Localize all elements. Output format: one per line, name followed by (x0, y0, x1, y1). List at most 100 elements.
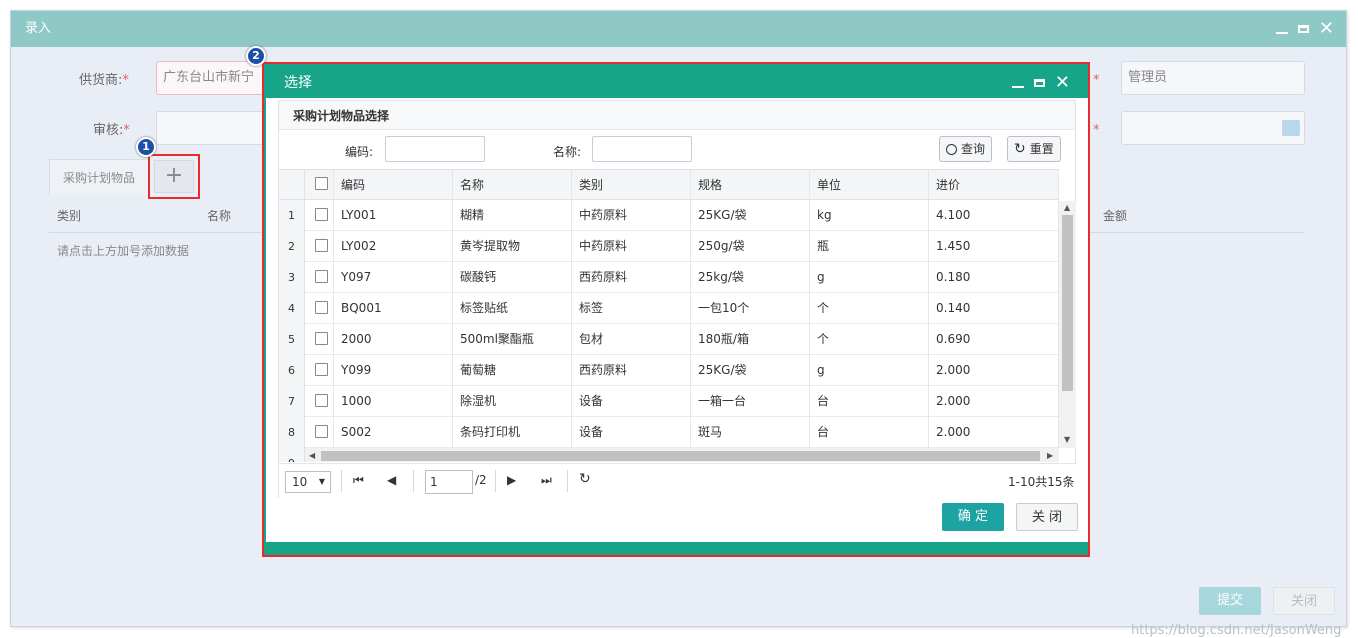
table-row[interactable]: 1 LY001 糊精 中药原料 25KG/袋 kg 4.100 (279, 200, 1058, 231)
code-label: 编码: (345, 145, 374, 159)
row-checkbox[interactable] (315, 394, 328, 407)
search-icon (946, 143, 957, 155)
cell-code: Y097 (341, 270, 372, 284)
row-number: 6 (279, 355, 305, 386)
minimize-icon[interactable] (1275, 32, 1288, 34)
cell-spec: 斑马 (698, 425, 723, 439)
confirm-button[interactable]: 确 定 (942, 503, 1004, 531)
select-all-checkbox[interactable] (315, 177, 328, 190)
vertical-scrollbar[interactable]: ▲ ▼ (1059, 201, 1076, 448)
minimize-icon[interactable] (1011, 86, 1024, 88)
date-field[interactable] (1121, 111, 1305, 145)
table-row[interactable]: 4 BQ001 标签贴纸 标签 一包10个 个 0.140 (279, 293, 1058, 324)
refresh-icon[interactable]: ↻ (579, 471, 591, 487)
maximize-icon[interactable] (1033, 79, 1045, 87)
cell-category: 中药原料 (579, 239, 628, 253)
auditor-field[interactable] (156, 111, 266, 145)
bg-col-amount: 金额 (1103, 209, 1128, 223)
cell-price: 2.000 (936, 363, 971, 377)
table-row[interactable]: 5 2000 500ml聚酯瓶 包材 180瓶/箱 个 0.690 (279, 324, 1058, 355)
cell-unit: kg (817, 208, 832, 222)
table-row[interactable]: 2 LY002 黄岑提取物 中药原料 250g/袋 瓶 1.450 (279, 231, 1058, 262)
scroll-down-icon[interactable]: ▼ (1064, 435, 1070, 444)
scroll-right-icon[interactable]: ▶ (1047, 451, 1053, 460)
col-name[interactable]: 名称 (452, 170, 570, 201)
last-page-icon[interactable]: ⏭ (541, 473, 552, 488)
scroll-up-icon[interactable]: ▲ (1064, 203, 1070, 212)
name-input[interactable] (592, 136, 692, 162)
bg-col-name: 名称 (207, 209, 232, 223)
manager-field: 管理员 (1121, 61, 1305, 95)
cell-unit: 个 (817, 301, 830, 315)
reset-button[interactable]: ↻ 重置 (1007, 136, 1061, 162)
close-icon[interactable]: ✕ (1055, 74, 1070, 92)
cell-spec: 一包10个 (698, 301, 750, 315)
row-checkbox[interactable] (315, 425, 328, 438)
horizontal-scroll-thumb[interactable] (321, 451, 1040, 461)
cell-spec: 25KG/袋 (698, 363, 747, 377)
supplier-field[interactable]: 广东台山市新宁 (156, 61, 266, 95)
bg-close-button[interactable]: 关闭 (1273, 587, 1335, 615)
cell-name: 黄岑提取物 (460, 239, 521, 253)
close-icon[interactable]: ✕ (1319, 20, 1334, 38)
col-unit[interactable]: 单位 (809, 170, 927, 201)
row-checkbox[interactable] (315, 208, 328, 221)
row-checkbox[interactable] (315, 239, 328, 252)
table-row[interactable]: 6 Y099 葡萄糖 西药原料 25KG/袋 g 2.000 (279, 355, 1058, 386)
row-checkbox[interactable] (315, 363, 328, 376)
first-page-icon[interactable]: ⏮ (353, 473, 364, 488)
query-button[interactable]: 查询 (939, 136, 993, 162)
table-row[interactable]: 7 1000 除湿机 设备 一箱一台 台 2.000 (279, 386, 1058, 417)
bg-col-category: 类别 (57, 209, 82, 223)
table-row[interactable]: 3 Y097 碳酸钙 西药原料 25kg/袋 g 0.180 (279, 262, 1058, 293)
next-page-icon[interactable]: ▶ (507, 473, 516, 487)
window-title: 录入 (25, 21, 52, 36)
page-size-select[interactable]: 10 ▼ (285, 471, 331, 493)
cell-spec: 250g/袋 (698, 239, 745, 253)
cell-name: 标签贴纸 (460, 301, 509, 315)
dialog-close-button[interactable]: 关 闭 (1016, 503, 1078, 531)
cell-name: 糊精 (460, 208, 485, 222)
watermark: https://blog.csdn.net/JasonWeng (1131, 623, 1342, 638)
row-checkbox[interactable] (315, 301, 328, 314)
supplier-label: 供货商:* (79, 73, 129, 88)
rownum-header (279, 170, 305, 199)
highlight-box (148, 154, 200, 199)
prev-page-icon[interactable]: ◀ (387, 473, 396, 487)
cell-unit: 瓶 (817, 239, 830, 253)
calendar-icon[interactable] (1282, 120, 1300, 136)
cell-price: 1.450 (936, 239, 971, 253)
pager-summary: 1-10共15条 (1008, 475, 1075, 489)
cell-price: 0.180 (936, 270, 971, 284)
table-row[interactable]: 8 S002 条码打印机 设备 斑马 台 2.000 (279, 417, 1058, 448)
row-checkbox[interactable] (315, 270, 328, 283)
cell-category: 西药原料 (579, 363, 628, 377)
row-checkbox[interactable] (315, 332, 328, 345)
cell-unit: 台 (817, 425, 830, 439)
col-code[interactable]: 编码 (333, 170, 451, 201)
cell-code: BQ001 (341, 301, 382, 315)
col-spec[interactable]: 规格 (690, 170, 808, 201)
col-category[interactable]: 类别 (571, 170, 689, 201)
tab-purchase-items[interactable]: 采购计划物品 (49, 159, 149, 195)
row-number: 7 (279, 386, 305, 417)
scroll-left-icon[interactable]: ◀ (309, 451, 315, 460)
page-number-input[interactable]: 1 (425, 470, 473, 494)
code-input[interactable] (385, 136, 485, 162)
maximize-icon[interactable] (1297, 25, 1309, 33)
cell-code: LY002 (341, 239, 377, 253)
window-titlebar: 录入 ✕ (11, 11, 1346, 47)
cell-code: LY001 (341, 208, 377, 222)
row-number: 1 (279, 200, 305, 231)
submit-button[interactable]: 提交 (1199, 587, 1261, 615)
vertical-scroll-thumb[interactable] (1062, 215, 1073, 391)
cell-spec: 180瓶/箱 (698, 332, 749, 346)
cell-spec: 25kg/袋 (698, 270, 744, 284)
col-price[interactable]: 进价 (928, 170, 1046, 201)
horizontal-scrollbar[interactable]: ◀ ▶ (305, 448, 1059, 462)
annotation-badge-2: 2 (246, 46, 266, 66)
row-number: 2 (279, 231, 305, 262)
required-mark: * (1093, 73, 1100, 88)
total-pages: /2 (475, 473, 487, 487)
cell-category: 设备 (579, 425, 604, 439)
